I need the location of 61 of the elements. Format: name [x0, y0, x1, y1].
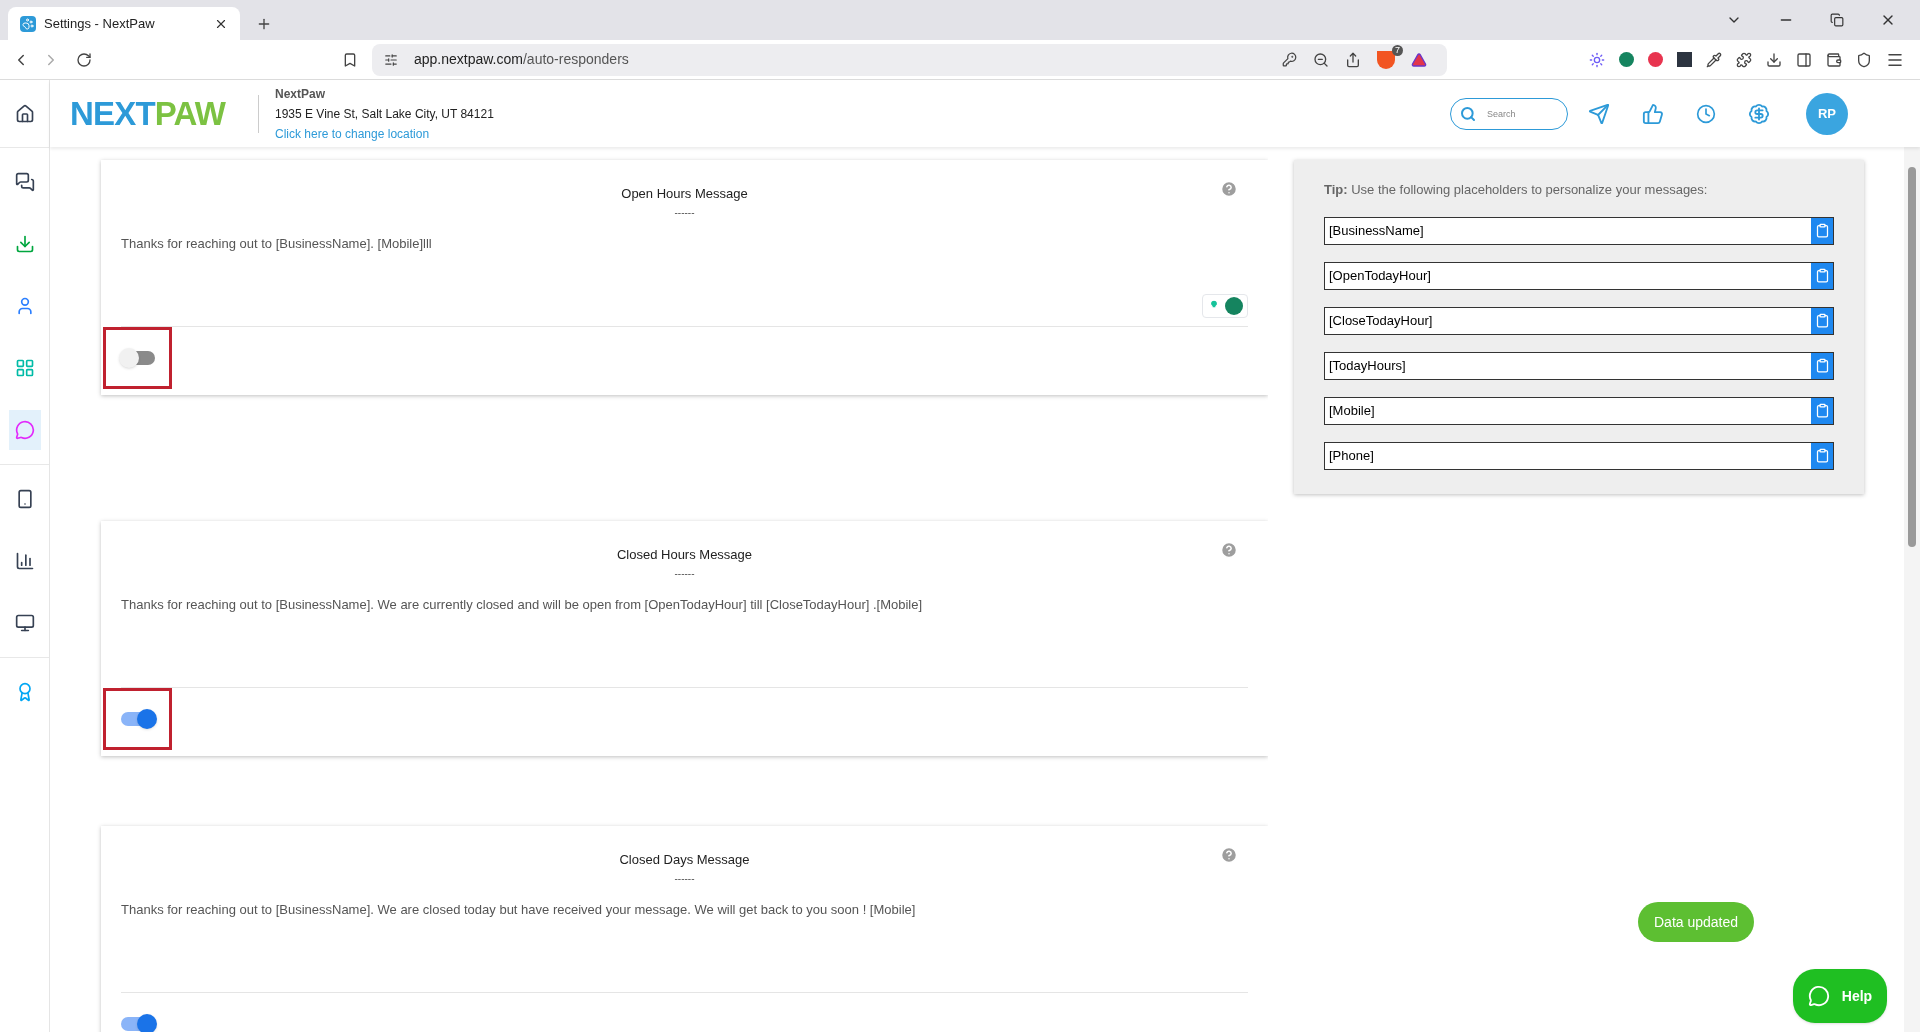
new-tab-icon[interactable]	[256, 16, 272, 32]
message-text: Thanks for reaching out to [BusinessName]. We are currently closed and will be open from [OpenTodayHour] till [CloseTodayHour] .[Mobile]	[121, 595, 924, 614]
thumbs-up-icon[interactable]	[1642, 102, 1664, 125]
card-title: Open Hours Message	[621, 185, 748, 203]
home-icon	[14, 103, 35, 124]
zoom-out-icon[interactable]	[1313, 51, 1329, 68]
wallet-icon[interactable]	[1826, 51, 1842, 68]
download-icon	[14, 234, 35, 254]
puzzle-icon[interactable]	[1736, 51, 1752, 68]
sidebar-icon[interactable]	[1796, 51, 1812, 68]
tab-title: Settings - NextPaw	[44, 14, 156, 33]
site-settings-icon[interactable]	[384, 52, 398, 67]
bookmark-icon[interactable]	[342, 51, 358, 68]
speech-bubble-icon	[14, 420, 35, 440]
send-icon[interactable]	[1588, 102, 1610, 125]
share-icon[interactable]	[1345, 51, 1361, 68]
triangle-icon[interactable]	[1411, 51, 1427, 68]
clock-icon[interactable]	[1696, 103, 1716, 124]
message-text: Thanks for reaching out to [BusinessName]. We are closed today but have received your message. We will get back to you soon ! [Mobile]	[121, 900, 917, 919]
title-rule: ------	[674, 207, 695, 218]
download-icon[interactable]	[1766, 51, 1782, 68]
card-title: Closed Days Message	[619, 851, 750, 869]
help-icon[interactable]	[1220, 180, 1238, 198]
title-rule: ------	[674, 568, 695, 579]
search-icon	[1460, 105, 1476, 122]
message-text: Thanks for reaching out to [BusinessName]. [Mobile]lll	[121, 234, 433, 253]
search-field[interactable]: Search	[1450, 97, 1568, 130]
extension-icon[interactable]	[1648, 52, 1663, 67]
title-rule: ------	[674, 873, 695, 884]
toggle-switch[interactable]	[120, 1016, 155, 1031]
scrollbar-thumb[interactable]	[1908, 167, 1916, 547]
key-icon[interactable]	[1282, 52, 1297, 67]
toast: Data updated	[1638, 902, 1755, 942]
chat-bubbles-icon	[14, 172, 35, 192]
speech-bubble-icon	[1807, 985, 1830, 1007]
notification-count: 7	[1392, 44, 1403, 56]
eyedropper-icon[interactable]	[1706, 51, 1722, 68]
help-icon[interactable]	[1220, 541, 1238, 559]
business-name: NextPaw	[275, 85, 327, 103]
dollar-icon[interactable]	[1748, 102, 1770, 125]
toggle-switch[interactable]	[120, 711, 155, 726]
card-title: Closed Hours Message	[616, 546, 753, 564]
tip-text: Tip: Use the following placeholders to personalize your messages:	[1324, 181, 1709, 199]
help-icon[interactable]	[1220, 846, 1238, 864]
paw-icon	[20, 15, 36, 32]
shield-icon[interactable]	[1856, 51, 1872, 68]
address-bar[interactable]: app.nextpaw.com/auto-responders 7	[372, 43, 1447, 76]
logo: NEXTPAW	[70, 97, 227, 130]
grammar-widget[interactable]	[1202, 293, 1248, 318]
browser-tab[interactable]: Settings - NextPaw	[8, 7, 240, 40]
extension-icon[interactable]	[1589, 51, 1605, 68]
restore-icon[interactable]	[1830, 13, 1844, 27]
extension-icon[interactable]	[1619, 52, 1634, 67]
monitor-icon	[14, 613, 35, 633]
reload-icon[interactable]	[76, 51, 92, 68]
url-text: app.nextpaw.com/auto-responders	[414, 50, 630, 69]
layout-icon	[14, 358, 35, 378]
bar-chart-icon	[14, 551, 35, 571]
business-address: 1935 E Vine St, Salt Lake City, UT 84121	[275, 105, 494, 123]
shield-button[interactable]	[1377, 50, 1395, 69]
toggle-switch[interactable]	[120, 350, 155, 365]
